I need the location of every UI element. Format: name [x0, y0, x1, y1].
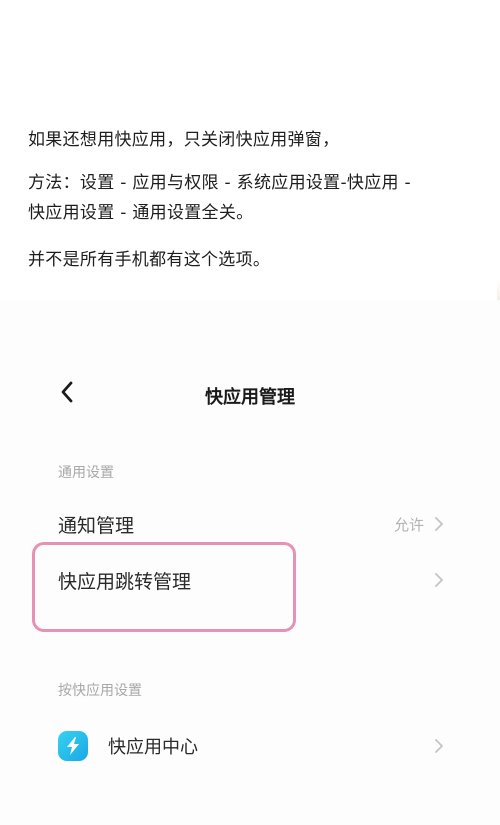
chevron-right-icon	[434, 572, 444, 588]
paragraph-1: 如果还想用快应用，只关闭快应用弹窗，	[28, 130, 340, 150]
lightning-icon	[58, 731, 88, 761]
page-title: 快应用管理	[205, 387, 295, 408]
quick-app-center-item[interactable]: 快应用中心	[58, 728, 444, 764]
notification-status-value: 允许	[393, 515, 424, 534]
paragraph-3: 并不是所有手机都有这个选项。	[28, 250, 271, 270]
settings-screenshot: 快应用管理 通用设置 通知管理 允许 快应用跳转管理 按快应用设置 快应用中心	[0, 300, 500, 825]
notification-management-label: 通知管理	[58, 514, 135, 537]
section-header-per-app: 按快应用设置	[58, 683, 142, 699]
quick-app-redirect-label: 快应用跳转管理	[58, 570, 192, 593]
quick-app-center-label: 快应用中心	[108, 737, 198, 758]
paragraph-2-line-2: 快应用设置 - 通用设置全关。	[28, 203, 254, 223]
paragraph-2: 方法：设置 - 应用与权限 - 系统应用设置-快应用 - 快应用设置 - 通用设…	[28, 168, 478, 228]
chevron-right-icon	[434, 516, 444, 532]
nav-bar: 快应用管理	[0, 370, 500, 420]
article-text: 如果还想用快应用，只关闭快应用弹窗， 方法：设置 - 应用与权限 - 系统应用设…	[28, 125, 478, 275]
paragraph-2-line-1: 方法：设置 - 应用与权限 - 系统应用设置-快应用 -	[28, 173, 411, 193]
notification-management-item[interactable]: 通知管理 允许	[58, 506, 444, 542]
chevron-right-icon	[434, 738, 444, 754]
section-header-general: 通用设置	[58, 465, 114, 481]
quick-app-redirect-item[interactable]: 快应用跳转管理	[58, 562, 444, 598]
